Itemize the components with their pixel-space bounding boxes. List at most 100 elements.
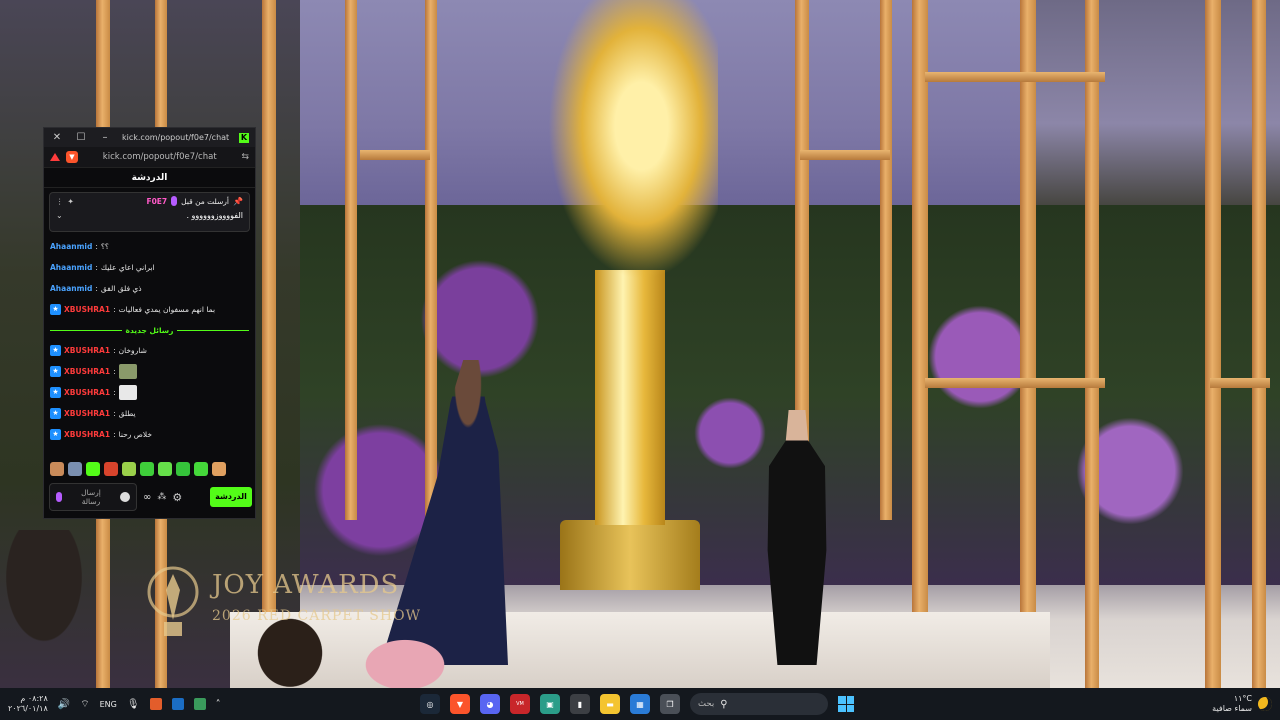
taskbar-apps: ◎ ▼ ◕ VM ▣ ▮ ▬ ▦ ❐ ⚲ بحث (420, 688, 854, 720)
language-indicator[interactable]: ENG (100, 700, 117, 709)
chat-username[interactable]: XBUSHRA1 (64, 346, 110, 355)
gear-icon[interactable]: ⚙ (172, 491, 182, 504)
chevron-up-icon[interactable]: ˄ (216, 699, 221, 710)
chat-message-text: بما انهم مسفوان يمدي فعاليات (118, 305, 216, 314)
chat-username[interactable]: Ahaanmid (50, 263, 92, 272)
emote-icon[interactable] (122, 462, 136, 476)
clock[interactable]: ٠٨:٢٨ م ٢٠٢٦/٠١/١٨ (8, 694, 48, 714)
app-icon[interactable]: ▣ (540, 694, 560, 714)
chat-message[interactable]: ★ XBUSHRA1: شاروخان (50, 340, 249, 361)
chat-username[interactable]: XBUSHRA1 (64, 305, 110, 314)
chat-header: الدردشة (44, 168, 255, 188)
gold-beam (360, 150, 430, 160)
subscriber-badge-icon: ★ (50, 366, 61, 377)
username-separator: : (113, 430, 116, 439)
emote-icon[interactable] (140, 462, 154, 476)
window-title: kick.com/popout/f0e7/chat... (122, 133, 229, 142)
chat-input[interactable]: إرسال رسالة (49, 483, 137, 511)
message-image-thumbnail[interactable] (118, 385, 137, 400)
emote-icon[interactable] (68, 462, 82, 476)
warning-icon[interactable] (50, 153, 60, 161)
chat-username[interactable]: XBUSHRA1 (64, 367, 110, 376)
chat-message[interactable]: ★ XBUSHRA1: (50, 382, 249, 403)
emote-icon[interactable] (104, 462, 118, 476)
username-separator: : (113, 346, 116, 355)
emote-icon[interactable] (212, 462, 226, 476)
mouse-app-icon[interactable]: ▮ (570, 694, 590, 714)
settings-toggle-icon[interactable]: ⇆ (241, 152, 249, 162)
windows-start-icon[interactable] (838, 696, 854, 712)
brave-icon[interactable]: ▼ (450, 694, 470, 714)
chat-message[interactable]: Ahaanmid: ابراني اعاي عليك (50, 257, 249, 278)
chat-message[interactable]: Ahaanmid: ذي فلق الفق (50, 278, 249, 299)
message-image-thumbnail[interactable] (118, 364, 137, 379)
infinity-icon[interactable]: ∞ (143, 492, 151, 503)
brave-shield-icon[interactable]: ▼ (66, 151, 78, 163)
chat-message[interactable]: ★ XBUSHRA1: خلاص رحنا (50, 424, 249, 445)
emote-icon[interactable] (158, 462, 172, 476)
gold-pillar (880, 0, 892, 520)
chat-username[interactable]: XBUSHRA1 (64, 430, 110, 439)
chat-message[interactable]: ★ XBUSHRA1: بما انهم مسفوان يمدي فعاليات (50, 299, 249, 320)
moon-icon (1258, 697, 1272, 711)
mic-icon[interactable] (56, 492, 62, 502)
emote-icon[interactable] (176, 462, 190, 476)
mic-tray-icon[interactable]: 🎙 (127, 699, 140, 710)
unpin-icon[interactable]: ✦ (68, 197, 74, 206)
emote-icon[interactable] (194, 462, 208, 476)
steam-tray-icon[interactable] (171, 698, 184, 710)
wifi-icon[interactable]: ⌔ (80, 698, 89, 711)
chat-username[interactable]: Ahaanmid (50, 284, 92, 293)
store-icon[interactable]: ▦ (630, 694, 650, 714)
trophy-column (595, 270, 665, 525)
chat-message-text: ابراني اعاي عليك (100, 263, 155, 272)
pinned-message[interactable]: 📌 أرسلت من قبل F0E7 ✦ ⋮ الفووووزوووووو .… (49, 192, 250, 232)
chat-username[interactable]: Ahaanmid (50, 242, 92, 251)
chat-message[interactable]: ★ XBUSHRA1: (50, 361, 249, 382)
username-separator: : (113, 388, 116, 397)
event-watermark: JOY AWARDS 2026 RED CARPET SHOW (140, 560, 420, 640)
subscriber-badge-icon: ★ (50, 408, 61, 419)
maximize-icon[interactable]: ☐ (74, 132, 88, 143)
chat-popout-window: ✕ ☐ – kick.com/popout/f0e7/chat... K ▼ k… (43, 127, 256, 519)
voicemeeter-icon[interactable]: VM (510, 694, 530, 714)
emoji-icon[interactable] (120, 492, 130, 502)
speaker-icon[interactable]: 🔊 (58, 699, 70, 710)
shield-tray-icon[interactable] (193, 698, 206, 710)
username-separator: : (95, 263, 98, 272)
weather-widget[interactable]: ١١°C سماء صافية (1212, 688, 1272, 720)
url-field[interactable]: kick.com/popout/f0e7/chat (84, 152, 235, 162)
close-icon[interactable]: ✕ (50, 132, 64, 143)
username-separator: : (113, 409, 116, 418)
new-messages-divider: رسائل جديدة (44, 320, 255, 340)
chat-message[interactable]: Ahaanmid: ؟؟ (50, 236, 249, 257)
gold-beam (925, 72, 1105, 82)
clock-time: ٠٨:٢٨ م (20, 694, 48, 703)
chat-username[interactable]: XBUSHRA1 (64, 388, 110, 397)
pinned-username[interactable]: F0E7 (146, 197, 167, 206)
emote-icon[interactable] (86, 462, 100, 476)
gold-pillar (425, 0, 437, 520)
dots-icon[interactable]: ⁂ (157, 492, 166, 502)
task-view-icon[interactable]: ❐ (660, 694, 680, 714)
more-options-icon[interactable]: ⋮ (56, 197, 64, 206)
discord-icon[interactable]: ◕ (480, 694, 500, 714)
app-tray-icon[interactable] (149, 698, 162, 710)
chat-send-button[interactable]: الدردشة (210, 487, 252, 507)
emote-icon[interactable] (50, 462, 64, 476)
weather-desc: سماء صافية (1212, 704, 1252, 713)
file-explorer-icon[interactable]: ▬ (600, 694, 620, 714)
steam-icon[interactable]: ◎ (420, 694, 440, 714)
subscriber-badge-icon: ★ (50, 387, 61, 398)
search-icon: ⚲ (720, 698, 728, 710)
gold-pillar (1085, 0, 1099, 688)
chevron-down-icon[interactable]: ⌄ (56, 211, 63, 220)
system-tray: ٠٨:٢٨ م ٢٠٢٦/٠١/١٨ 🔊 ⌔ ENG 🎙 ˄ (8, 688, 221, 720)
chat-username[interactable]: XBUSHRA1 (64, 409, 110, 418)
minimize-icon[interactable]: – (98, 132, 112, 143)
audience-head (0, 530, 110, 688)
chat-message[interactable]: ★ XBUSHRA1: يطلق (50, 403, 249, 424)
pinned-text: الفووووزوووووو . (186, 211, 243, 220)
windows-taskbar: ٠٨:٢٨ م ٢٠٢٦/٠١/١٨ 🔊 ⌔ ENG 🎙 ˄ ◎ ▼ ◕ VM … (0, 688, 1280, 720)
taskbar-search[interactable]: ⚲ بحث (690, 693, 828, 715)
